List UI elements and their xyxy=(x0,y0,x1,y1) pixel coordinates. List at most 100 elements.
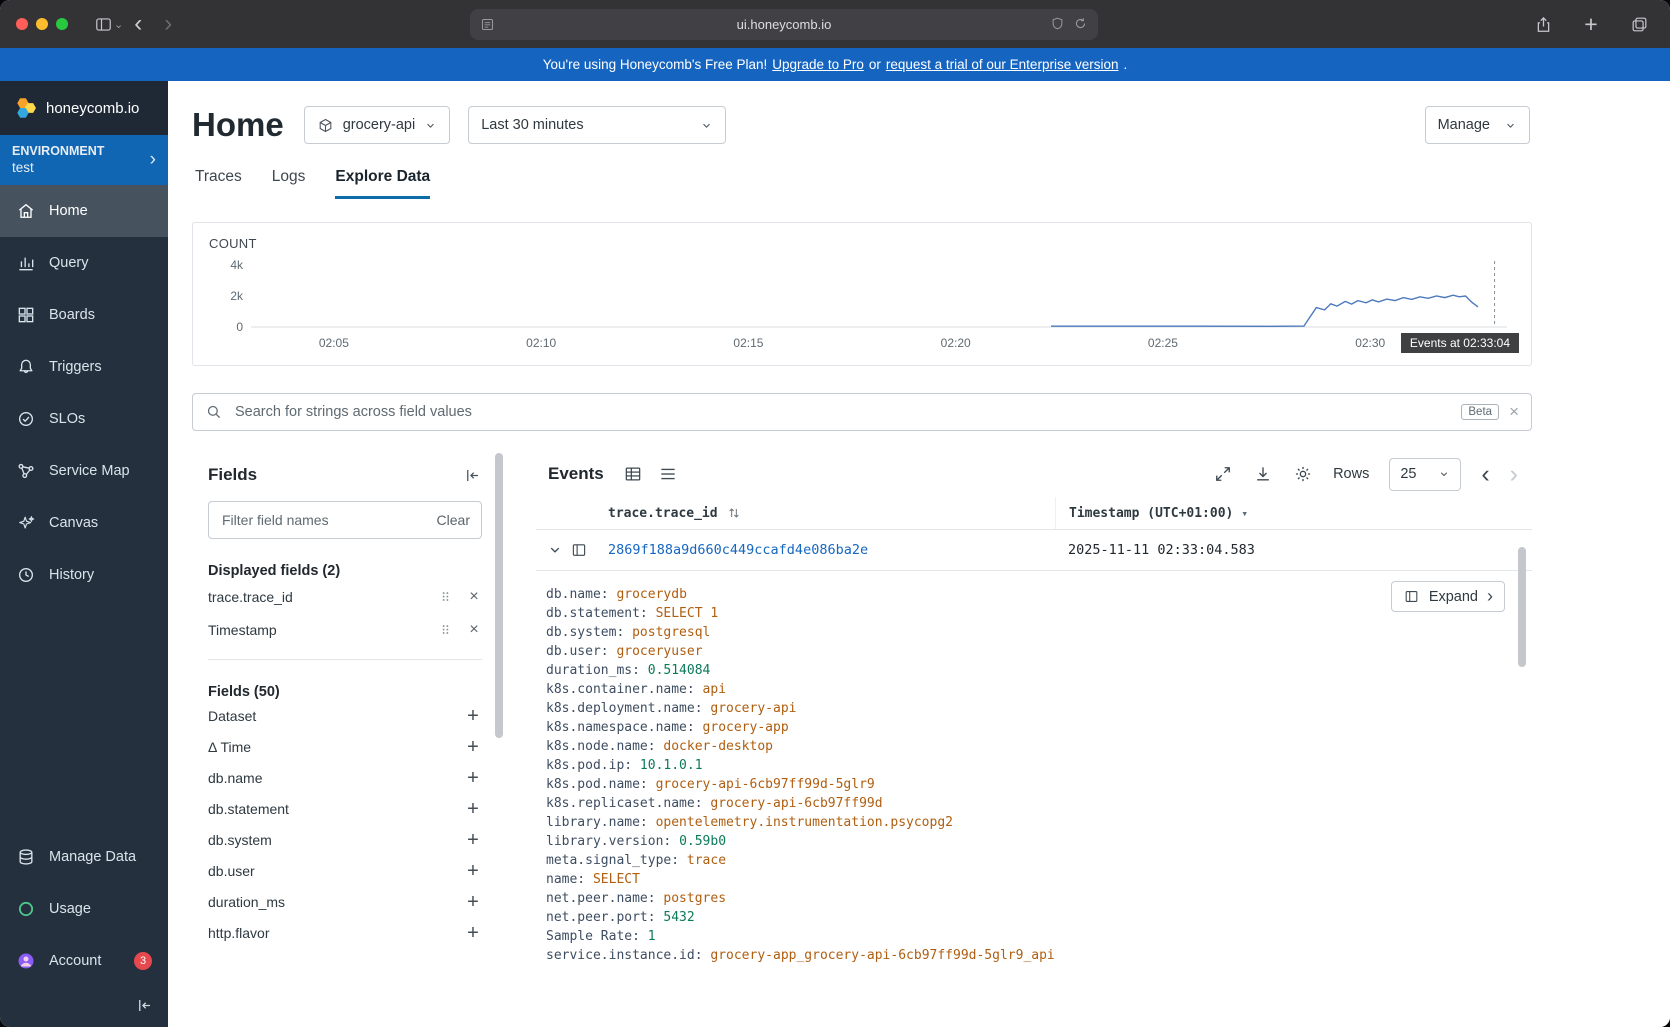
download-icon[interactable] xyxy=(1253,464,1273,484)
event-field-meta.signal_type: meta.signal_type: trace xyxy=(546,851,1532,870)
sidebar-item-slos[interactable]: SLOs xyxy=(0,393,168,445)
clear-filter-link[interactable]: Clear xyxy=(437,512,470,528)
gear-icon[interactable] xyxy=(1293,464,1313,484)
new-tab-icon[interactable]: + xyxy=(1576,9,1606,39)
drag-handle-icon[interactable] xyxy=(438,589,453,604)
add-field-icon[interactable]: + xyxy=(464,830,482,850)
close-window-button[interactable] xyxy=(16,18,28,30)
tab-traces[interactable]: Traces xyxy=(195,168,242,199)
sidebar-item-manage-data[interactable]: Manage Data xyxy=(0,831,168,883)
field-label: db.system xyxy=(208,832,272,848)
sidebar-item-label: History xyxy=(49,567,94,583)
collapse-left-icon xyxy=(135,996,154,1015)
add-field-icon[interactable]: + xyxy=(464,737,482,757)
sidebar-collapse-button[interactable] xyxy=(0,987,168,1027)
trace-id-column-header[interactable]: trace.trace_id xyxy=(608,506,718,521)
add-field-icon[interactable]: + xyxy=(464,923,482,943)
banner-text-middle: or xyxy=(869,57,881,72)
event-field-k8s.container.name: k8s.container.name: api xyxy=(546,680,1532,699)
chevron-down-icon xyxy=(700,119,713,132)
fullscreen-icon[interactable] xyxy=(1213,464,1233,484)
add-field-icon[interactable]: + xyxy=(464,768,482,788)
sidebar-item-account[interactable]: Account3 xyxy=(0,935,168,987)
count-chart[interactable]: 4k2k002:0502:1002:1502:2002:2502:30 Even… xyxy=(209,253,1515,359)
event-field-k8s.deployment.name: k8s.deployment.name: grocery-api xyxy=(546,699,1532,718)
browser-back-button[interactable]: ‹ xyxy=(123,9,153,39)
sidebar-item-usage[interactable]: Usage xyxy=(0,883,168,935)
sidebar-item-canvas[interactable]: Canvas xyxy=(0,497,168,549)
history-icon xyxy=(16,565,36,585)
scrollbar-thumb[interactable] xyxy=(1518,547,1526,667)
scrollbar-thumb[interactable] xyxy=(495,453,503,738)
event-row[interactable]: 2869f188a9d660c449ccafd4e086ba2e 2025-11… xyxy=(536,530,1532,571)
time-range-selector[interactable]: Last 30 minutes xyxy=(468,106,726,144)
remove-field-icon[interactable]: × xyxy=(466,588,482,606)
list-view-icon[interactable] xyxy=(658,464,678,484)
window-controls xyxy=(16,18,68,30)
fields-scrollbar[interactable] xyxy=(495,451,503,1027)
honeycomb-logo[interactable]: honeycomb.io xyxy=(0,81,168,135)
trace-id-link[interactable]: 2869f188a9d660c449ccafd4e086ba2e xyxy=(536,542,1055,558)
manage-data-icon xyxy=(16,847,36,867)
search-input[interactable] xyxy=(233,403,1451,421)
add-field-icon[interactable]: + xyxy=(464,799,482,819)
event-field-k8s.node.name: k8s.node.name: docker-desktop xyxy=(546,737,1532,756)
privacy-badge-icon[interactable] xyxy=(1050,16,1065,34)
collapse-row-icon[interactable] xyxy=(546,541,564,559)
plan-banner: You're using Honeycomb's Free Plan! Upgr… xyxy=(0,48,1670,81)
sidebar-item-service-map[interactable]: Service Map xyxy=(0,445,168,497)
browser-forward-button[interactable]: › xyxy=(153,9,183,39)
drag-handle-icon[interactable] xyxy=(438,622,453,637)
field-row-Dataset: Dataset+ xyxy=(208,700,482,731)
sidebar-nav-bottom: Manage DataUsageAccount3 xyxy=(0,831,168,987)
timestamp-column-header[interactable]: Timestamp (UTC+01:00) xyxy=(1069,506,1233,521)
field-row-db.name: db.name+ xyxy=(208,762,482,793)
previous-page-button[interactable]: ‹ xyxy=(1481,462,1489,487)
field-filter-input[interactable] xyxy=(220,511,429,529)
sidebar-item-history[interactable]: History xyxy=(0,549,168,601)
sort-icon[interactable] xyxy=(726,505,742,521)
brand-name: honeycomb.io xyxy=(46,100,139,117)
browser-window: ⌄ ‹ › ui.honeycomb.io + xyxy=(0,0,1670,1027)
zoom-window-button[interactable] xyxy=(56,18,68,30)
page-reader-icon[interactable] xyxy=(480,17,495,32)
add-field-icon[interactable]: + xyxy=(464,706,482,726)
sidebar-item-label: Canvas xyxy=(49,515,98,531)
add-field-icon[interactable]: + xyxy=(464,861,482,881)
sidebar-item-triggers[interactable]: Triggers xyxy=(0,341,168,393)
table-view-icon[interactable] xyxy=(623,464,643,484)
field-label: db.statement xyxy=(208,801,289,817)
field-label: trace.trace_id xyxy=(208,589,293,605)
sidebar-item-boards[interactable]: Boards xyxy=(0,289,168,341)
open-side-panel-icon[interactable] xyxy=(570,541,588,559)
manage-button[interactable]: Manage xyxy=(1425,106,1530,144)
expand-button[interactable]: Expand › xyxy=(1391,581,1505,612)
enterprise-trial-link[interactable]: request a trial of our Enterprise versio… xyxy=(886,57,1119,72)
upgrade-to-pro-link[interactable]: Upgrade to Pro xyxy=(772,57,864,72)
url-bar[interactable]: ui.honeycomb.io xyxy=(470,9,1098,40)
panel-icon xyxy=(1403,588,1420,605)
dataset-selector[interactable]: grocery-api xyxy=(304,106,451,144)
add-field-icon[interactable]: + xyxy=(464,892,482,912)
reload-icon[interactable] xyxy=(1073,16,1088,34)
environment-switcher[interactable]: ENVIRONMENT test › xyxy=(0,135,168,185)
events-scrollbar[interactable] xyxy=(1518,547,1526,1023)
sidebar-dropdown-caret-icon[interactable]: ⌄ xyxy=(114,18,123,31)
minimize-window-button[interactable] xyxy=(36,18,48,30)
tab-overview-icon[interactable] xyxy=(1624,9,1654,39)
rows-label: Rows xyxy=(1333,466,1369,482)
search-close-icon[interactable]: × xyxy=(1509,402,1519,422)
sidebar-item-label: Boards xyxy=(49,307,95,323)
sidebar-item-query[interactable]: Query xyxy=(0,237,168,289)
next-page-button[interactable]: › xyxy=(1510,462,1518,487)
sidebar-item-home[interactable]: Home xyxy=(0,185,168,237)
tab-logs[interactable]: Logs xyxy=(272,168,306,199)
sort-desc-icon[interactable]: ▾ xyxy=(1241,507,1248,520)
sidebar-item-label: SLOs xyxy=(49,411,85,427)
collapse-panel-icon[interactable] xyxy=(463,466,482,485)
rows-per-page-select[interactable]: 25 xyxy=(1389,458,1461,491)
honeycomb-hex-icon xyxy=(12,95,38,121)
tab-explore-data[interactable]: Explore Data xyxy=(335,168,430,199)
remove-field-icon[interactable]: × xyxy=(466,621,482,639)
share-icon[interactable] xyxy=(1528,9,1558,39)
